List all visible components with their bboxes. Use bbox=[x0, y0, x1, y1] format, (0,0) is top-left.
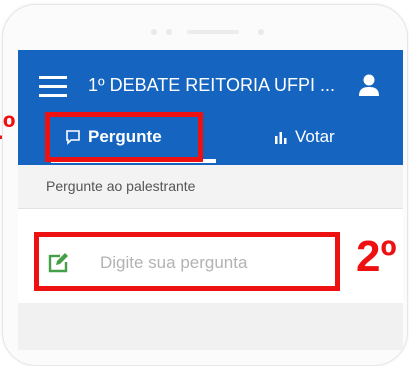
bar-chart-icon bbox=[275, 132, 287, 144]
earpiece-speaker bbox=[187, 30, 239, 34]
step-two-label: 2º bbox=[356, 232, 397, 281]
highlight-box-step-two bbox=[34, 232, 340, 291]
highlight-box-step-one bbox=[45, 112, 203, 162]
front-camera bbox=[258, 29, 264, 35]
app-title: 1º DEBATE REITORIA UFPI ... bbox=[88, 75, 335, 95]
questions-list-area bbox=[18, 303, 403, 350]
tab-votar-label: Votar bbox=[295, 127, 335, 146]
hamburger-menu-icon[interactable] bbox=[39, 76, 67, 97]
camera-dot bbox=[151, 29, 157, 35]
subheader-text: Pergunte ao palestrante bbox=[46, 178, 196, 194]
section-subheader: Pergunte ao palestrante bbox=[18, 165, 403, 209]
user-account-icon[interactable] bbox=[358, 73, 380, 97]
tab-votar[interactable]: Votar bbox=[274, 122, 335, 152]
step-one-label: 1º bbox=[0, 109, 16, 147]
app-screen: 1º DEBATE REITORIA UFPI ... Pergunte Vot… bbox=[18, 50, 403, 350]
sensor-dot bbox=[166, 29, 172, 35]
